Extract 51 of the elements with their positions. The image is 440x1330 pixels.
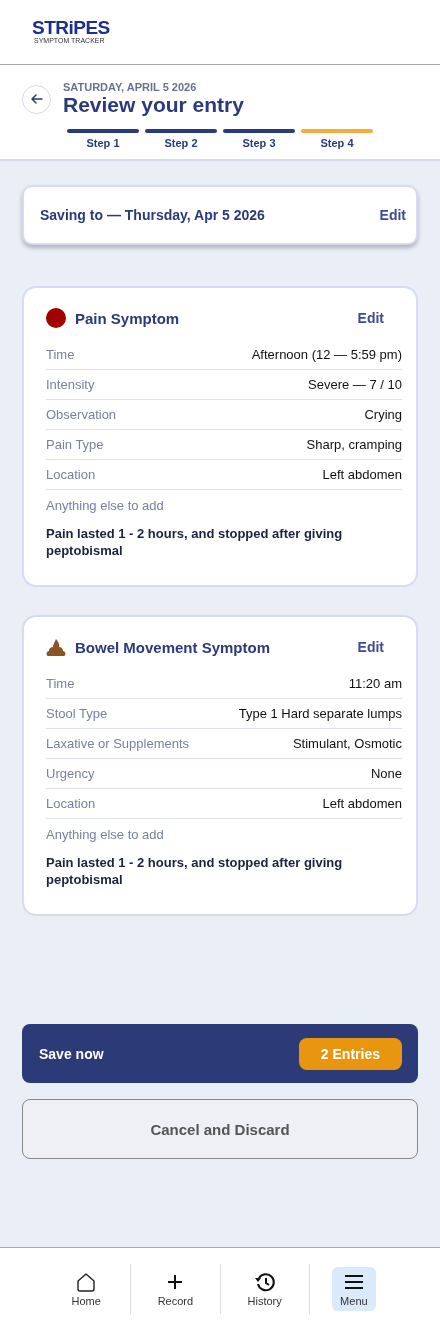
entry-date: SATURDAY, APRIL 5 2026 bbox=[63, 81, 198, 93]
save-label: Save now bbox=[39, 1045, 104, 1062]
field-value: 11:20 am bbox=[348, 676, 402, 691]
field-label: Location bbox=[46, 467, 96, 482]
field-label: Time bbox=[46, 347, 75, 362]
field-label: Observation bbox=[46, 407, 117, 422]
nav-item[interactable]: History bbox=[239, 1267, 290, 1311]
field-label: Intensity bbox=[46, 377, 95, 392]
card-title: Bowel Movement Symptom bbox=[75, 638, 272, 656]
field-value: None bbox=[370, 766, 402, 781]
nav-item[interactable]: Record bbox=[149, 1267, 202, 1311]
field-label: Stool Type bbox=[46, 706, 108, 721]
field-value: Left abdomen bbox=[322, 467, 402, 482]
nav-item[interactable]: Home bbox=[63, 1267, 109, 1311]
save-button[interactable]: Save now 2 Entries bbox=[22, 1024, 418, 1083]
field-value: Type 1 Hard separate lumps bbox=[238, 706, 402, 721]
history-icon bbox=[253, 1271, 276, 1293]
field-label: Urgency bbox=[46, 766, 95, 781]
card-title: Pain Symptom bbox=[75, 309, 181, 327]
edit-link[interactable]: Edit bbox=[357, 639, 384, 655]
back-arrow-icon bbox=[29, 92, 44, 106]
edit-link[interactable]: Edit bbox=[357, 310, 384, 326]
field-label: Time bbox=[46, 676, 75, 691]
notes-label: Anything else to add bbox=[46, 827, 165, 842]
field-value: Severe — 7 / 10 bbox=[308, 377, 402, 392]
edit-link[interactable]: Edit bbox=[379, 207, 406, 223]
back-button[interactable] bbox=[22, 84, 51, 114]
field-value: Sharp, cramping bbox=[306, 437, 402, 452]
saving-label: Saving to — Thursday, Apr 5 2026 bbox=[40, 207, 265, 223]
step-indicator: Step 1 bbox=[67, 129, 139, 149]
cancel-button[interactable]: Cancel and Discard bbox=[22, 1099, 418, 1159]
step-indicator: Step 4 bbox=[301, 129, 373, 149]
field-value: Crying bbox=[364, 407, 402, 422]
notes-text: Pain lasted 1 - 2 hours, and stopped after giving peptobismal bbox=[46, 525, 344, 559]
field-label: Laxative or Supplements bbox=[46, 736, 190, 751]
field-value: Stimulant, Osmotic bbox=[292, 736, 402, 751]
notes-text: Pain lasted 1 - 2 hours, and stopped after giving peptobismal bbox=[46, 854, 344, 888]
field-label: Location bbox=[46, 796, 96, 811]
stool-icon bbox=[46, 637, 66, 657]
notes-label: Anything else to add bbox=[46, 498, 165, 513]
step-indicator: Step 2 bbox=[145, 129, 217, 149]
pain-dot-icon bbox=[46, 308, 66, 328]
entries-badge: 2 Entries bbox=[298, 1037, 402, 1070]
field-value: Left abdomen bbox=[322, 796, 402, 811]
home-icon bbox=[75, 1271, 98, 1293]
page-title: Review your entry bbox=[63, 93, 244, 117]
logo-name: STRiPES bbox=[32, 19, 110, 37]
step-indicator: Step 3 bbox=[223, 129, 295, 149]
field-value: Afternoon (12 — 5:59 pm) bbox=[251, 347, 402, 362]
nav-item[interactable]: Menu bbox=[332, 1267, 376, 1311]
field-label: Pain Type bbox=[46, 437, 104, 452]
